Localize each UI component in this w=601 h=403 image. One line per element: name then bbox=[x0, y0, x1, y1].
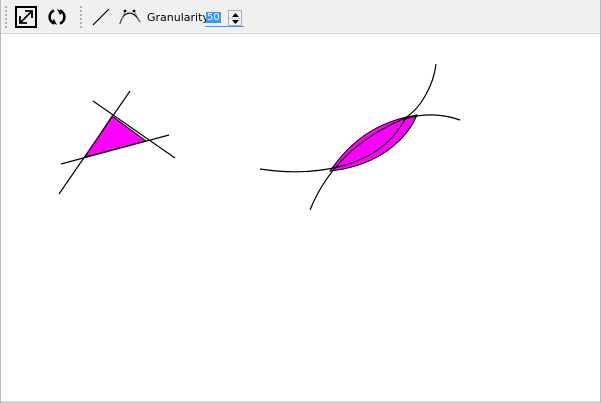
spin-down-button[interactable] bbox=[229, 18, 241, 25]
granularity-input[interactable]: 50 bbox=[206, 11, 226, 25]
triangle-region[interactable] bbox=[83, 115, 148, 158]
granularity-label: Granularity: bbox=[147, 11, 212, 24]
chevron-up-icon bbox=[231, 12, 239, 17]
canvas-svg bbox=[58, 63, 461, 211]
lens-region[interactable] bbox=[328, 114, 418, 172]
chevron-down-icon bbox=[231, 19, 239, 24]
toolbar: Granularity: 50 bbox=[1, 0, 600, 34]
resize-icon bbox=[15, 6, 37, 28]
line-tool-icon bbox=[92, 8, 110, 26]
refresh-icon bbox=[48, 9, 66, 25]
resize-button[interactable] bbox=[13, 4, 39, 30]
curve-tool-button[interactable] bbox=[117, 4, 143, 30]
app-window: Granularity: 50 bbox=[0, 0, 601, 403]
granularity-value: 50 bbox=[206, 12, 221, 23]
toolbar-grip-2[interactable] bbox=[80, 5, 82, 29]
granularity-spinner[interactable] bbox=[228, 10, 242, 26]
toolbar-grip[interactable] bbox=[5, 5, 7, 29]
granularity-underline bbox=[205, 26, 244, 27]
drawing-canvas[interactable] bbox=[1, 35, 600, 401]
refresh-button[interactable] bbox=[44, 4, 70, 30]
line-tool-button[interactable] bbox=[88, 4, 114, 30]
curve-tool-icon bbox=[119, 9, 141, 25]
